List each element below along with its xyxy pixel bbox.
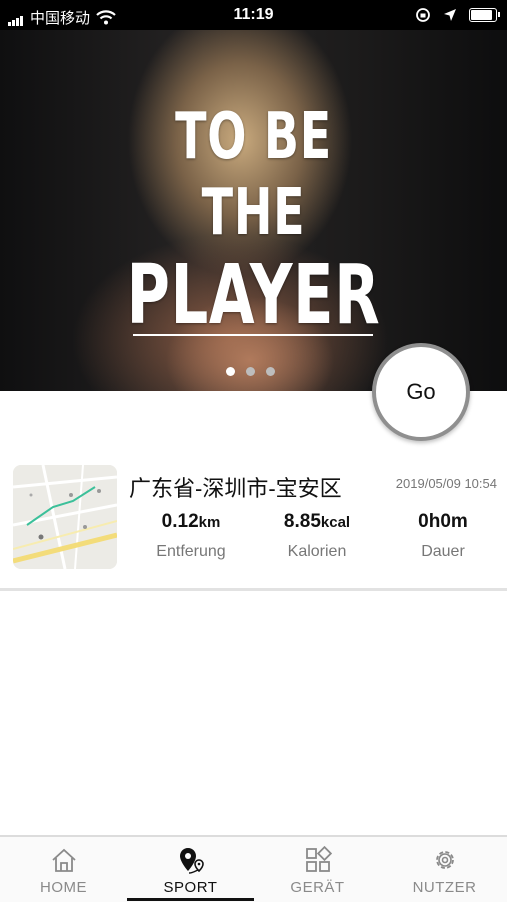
grid-icon — [306, 846, 332, 872]
calories-unit: kcal — [320, 514, 351, 531]
distance-unit: km — [198, 514, 221, 531]
banner-line-1: TO BE — [175, 100, 332, 174]
calories-label: Kalorien — [287, 543, 347, 560]
duration-value: 0h0m — [418, 511, 468, 532]
sport-record-item[interactable]: 广东省-深圳市-宝安区 2019/05/09 10:54 0.12km Entf… — [0, 455, 507, 591]
tab-sport-label: SPORT — [163, 879, 218, 896]
banner-line-2: THE — [201, 176, 306, 250]
calories-value: 8.85 — [283, 511, 321, 532]
location-arrow-icon — [444, 9, 456, 21]
tab-nutzer-label: NUTZER — [412, 879, 477, 896]
carousel-dot[interactable] — [226, 367, 235, 376]
status-right — [415, 7, 500, 23]
duration-stat: 0h0m Dauer — [383, 511, 503, 561]
banner-underline — [133, 334, 373, 336]
carousel-indicator — [226, 367, 275, 376]
tab-sport[interactable]: SPORT — [127, 837, 254, 902]
bottom-tab-bar: HOME SPORT GERÄT NUTZER — [0, 835, 507, 902]
calories-stat: 8.85kcal Kalorien — [257, 511, 377, 561]
route-map-thumbnail — [13, 465, 117, 569]
tab-home[interactable]: HOME — [0, 837, 127, 902]
location-pin-icon — [180, 848, 204, 874]
carousel-dot[interactable] — [266, 367, 275, 376]
record-location: 广东省-深圳市-宝安区 — [129, 476, 342, 501]
distance-label: Entferung — [156, 543, 226, 560]
carousel-dot[interactable] — [246, 367, 255, 376]
banner-line-3: PLAYER — [126, 248, 381, 343]
tab-geraet-label: GERÄT — [290, 879, 345, 896]
status-bar: 中国移动 11:19 — [0, 0, 507, 30]
promo-banner[interactable]: TO BE THE PLAYER — [0, 30, 507, 391]
orientation-lock-icon — [416, 8, 430, 22]
tab-home-label: HOME — [40, 879, 87, 896]
duration-label: Dauer — [421, 543, 465, 560]
tab-nutzer[interactable]: NUTZER — [381, 837, 507, 902]
battery-icon — [469, 8, 500, 22]
record-datetime: 2019/05/09 10:54 — [395, 476, 497, 491]
gear-icon — [436, 851, 454, 869]
tab-geraet[interactable]: GERÄT — [254, 837, 381, 902]
distance-stat: 0.12km Entferung — [131, 511, 251, 561]
home-icon — [52, 848, 76, 872]
go-button[interactable]: Go — [372, 343, 470, 441]
distance-value: 0.12 — [161, 511, 199, 532]
